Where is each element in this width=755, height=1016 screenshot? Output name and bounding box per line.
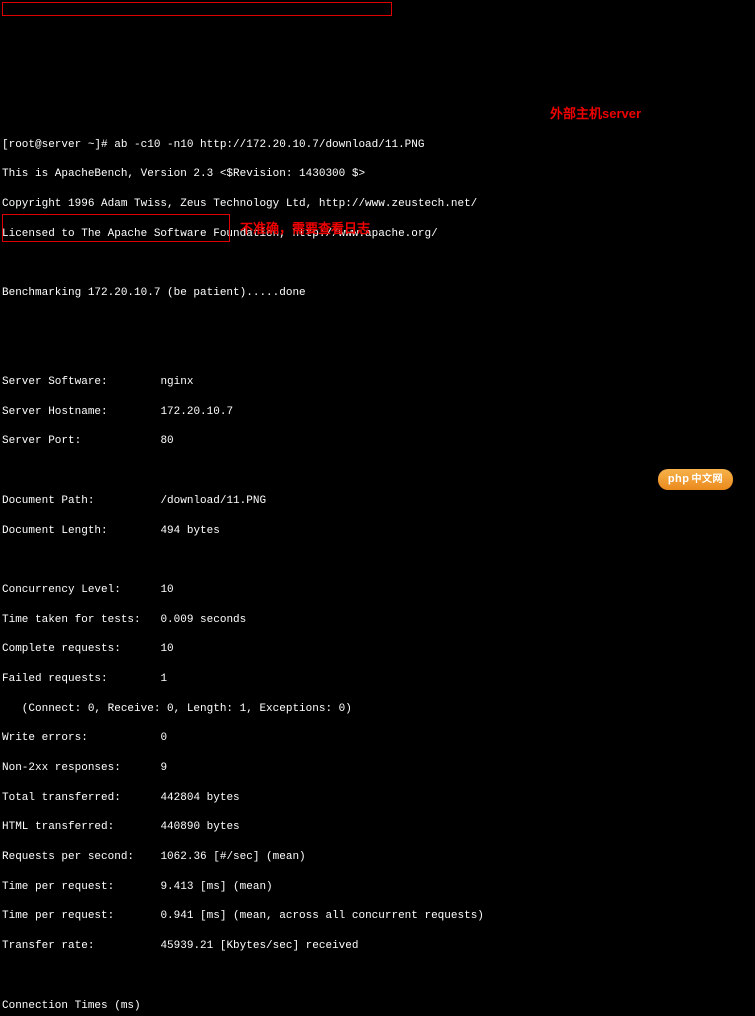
blank — [2, 553, 753, 568]
total-transferred: Total transferred: 442804 bytes — [2, 791, 753, 806]
value: 9 — [160, 762, 167, 774]
blank — [2, 345, 753, 360]
write-errors: Write errors: 0 — [2, 731, 753, 746]
label: Server Port: — [2, 435, 81, 447]
blank — [2, 464, 753, 479]
value: 442804 bytes — [160, 792, 239, 804]
value: 0 — [160, 732, 167, 744]
label: Failed requests: — [2, 673, 108, 685]
value: 1 — [160, 673, 167, 685]
annotation-fail-note: 不准确，需要查看日志 — [240, 220, 370, 238]
ab-header-2: Copyright 1996 Adam Twiss, Zeus Technolo… — [2, 197, 753, 212]
value: 440890 bytes — [160, 821, 239, 833]
value: 0.941 [ms] (mean, across all concurrent … — [160, 910, 483, 922]
requests-per-second: Requests per second: 1062.36 [#/sec] (me… — [2, 850, 753, 865]
php-cn-watermark: php中文网 — [658, 469, 733, 490]
label: HTML transferred: — [2, 821, 114, 833]
value: 1062.36 [#/sec] (mean) — [160, 851, 305, 863]
complete-requests: Complete requests: 10 — [2, 642, 753, 657]
label: Complete requests: — [2, 643, 121, 655]
html-transferred: HTML transferred: 440890 bytes — [2, 820, 753, 835]
value: 0.009 seconds — [160, 614, 246, 626]
label: Transfer rate: — [2, 940, 94, 952]
value: 45939.21 [Kbytes/sec] received — [160, 940, 358, 952]
label: Server Software: — [2, 376, 108, 388]
shell-prompt-cmd[interactable]: [root@server ~]# ab -c10 -n10 http://172… — [2, 138, 753, 153]
benchmarking-line: Benchmarking 172.20.10.7 (be patient)...… — [2, 286, 753, 301]
value: 494 bytes — [160, 525, 219, 537]
server-software: Server Software: nginx — [2, 375, 753, 390]
label: Time per request: — [2, 910, 114, 922]
label: Document Path: — [2, 495, 94, 507]
label: Total transferred: — [2, 792, 121, 804]
blank — [2, 256, 753, 271]
failed-requests: Failed requests: 1 — [2, 672, 753, 687]
value: 9.413 [ms] (mean) — [160, 881, 272, 893]
brand-cn: 中文网 — [692, 474, 724, 485]
value: 10 — [160, 643, 173, 655]
blank — [2, 969, 753, 984]
time-per-request-1: Time per request: 9.413 [ms] (mean) — [2, 880, 753, 895]
label: Server Hostname: — [2, 406, 108, 418]
label: Time per request: — [2, 881, 114, 893]
server-port: Server Port: 80 — [2, 434, 753, 449]
label: Requests per second: — [2, 851, 134, 863]
annotation-external-host: 外部主机server — [550, 105, 641, 123]
label: Document Length: — [2, 525, 108, 537]
non-2xx: Non-2xx responses: 9 — [2, 761, 753, 776]
label: Write errors: — [2, 732, 88, 744]
value: 10 — [160, 584, 173, 596]
ab-header-3: Licensed to The Apache Software Foundati… — [2, 227, 753, 242]
value: 172.20.10.7 — [160, 406, 233, 418]
time-taken: Time taken for tests: 0.009 seconds — [2, 613, 753, 628]
value: /download/11.PNG — [160, 495, 266, 507]
ab-header-1: This is ApacheBench, Version 2.3 <$Revis… — [2, 167, 753, 182]
value: nginx — [160, 376, 193, 388]
document-length: Document Length: 494 bytes — [2, 524, 753, 539]
connection-times-title: Connection Times (ms) — [2, 999, 753, 1014]
brand: php — [668, 473, 690, 485]
time-per-request-2: Time per request: 0.941 [ms] (mean, acro… — [2, 909, 753, 924]
cmd-highlight-box — [2, 2, 392, 16]
server-hostname: Server Hostname: 172.20.10.7 — [2, 405, 753, 420]
transfer-rate: Transfer rate: 45939.21 [Kbytes/sec] rec… — [2, 939, 753, 954]
label: Non-2xx responses: — [2, 762, 121, 774]
failed-detail: (Connect: 0, Receive: 0, Length: 1, Exce… — [2, 702, 753, 717]
concurrency-level: Concurrency Level: 10 — [2, 583, 753, 598]
value: 80 — [160, 435, 173, 447]
blank — [2, 316, 753, 331]
document-path: Document Path: /download/11.PNG — [2, 494, 753, 509]
label: Concurrency Level: — [2, 584, 121, 596]
label: Time taken for tests: — [2, 614, 141, 626]
